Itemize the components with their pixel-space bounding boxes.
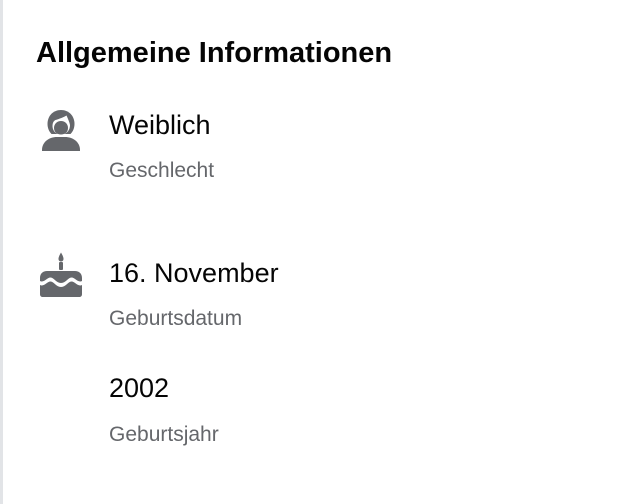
birthday-cake-icon <box>40 252 82 297</box>
gender-label: Geschlecht <box>109 159 215 182</box>
birthyear-label: Geburtsjahr <box>109 423 219 446</box>
birthyear-value: 2002 <box>109 373 170 403</box>
section-title: Allgemeine Informationen <box>36 37 393 69</box>
gender-value: Weiblich <box>109 110 211 140</box>
birthdate-label: Geburtsdatum <box>109 307 243 330</box>
birthdate-value: 16. November <box>109 258 279 288</box>
female-person-icon <box>42 110 80 151</box>
general-info-panel: Allgemeine Informationen Weiblich Geschl… <box>0 0 618 504</box>
